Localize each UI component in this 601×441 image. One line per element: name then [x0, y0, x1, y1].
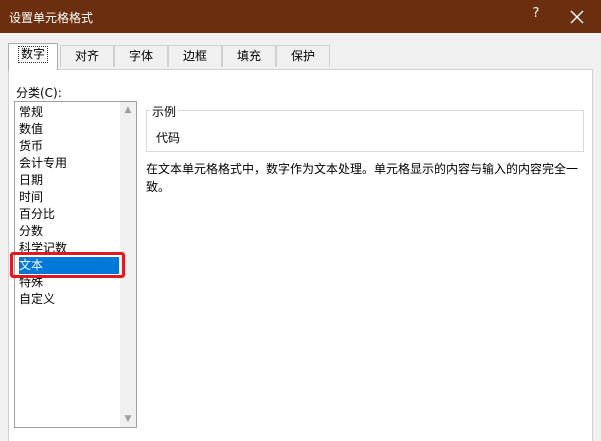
tab-font[interactable]: 字体	[114, 45, 168, 67]
scroll-down-icon[interactable]: ▼	[120, 411, 136, 427]
list-item[interactable]: 分数	[19, 223, 43, 240]
category-label: 分类(C):	[16, 86, 62, 100]
tab-border[interactable]: 边框	[168, 45, 222, 67]
sample-value: 代码	[156, 131, 181, 145]
tab-protection[interactable]: 保护	[276, 45, 330, 67]
tab-alignment[interactable]: 对齐	[60, 45, 114, 67]
help-button[interactable]: ?	[528, 6, 544, 21]
tab-number[interactable]: 数字	[8, 43, 58, 70]
annotation-highlight-box	[10, 252, 125, 278]
window-title: 设置单元格格式	[9, 11, 94, 25]
close-icon[interactable]	[568, 8, 586, 26]
sample-legend: 示例	[150, 103, 179, 120]
tab-fill[interactable]: 填充	[222, 45, 276, 67]
list-item[interactable]: 时间	[19, 189, 43, 206]
title-bar: 设置单元格格式 ?	[0, 0, 601, 33]
scroll-up-icon[interactable]: ▲	[120, 102, 136, 118]
list-item[interactable]: 百分比	[19, 206, 55, 223]
format-description: 在文本单元格格式中，数字作为文本处理。单元格显示的内容与输入的内容完全一致。	[146, 162, 579, 194]
list-item[interactable]: 数值	[19, 121, 43, 138]
list-item[interactable]: 日期	[19, 172, 43, 189]
list-item[interactable]: 货币	[19, 138, 43, 155]
list-item[interactable]: 常规	[19, 104, 43, 121]
sample-groupbox	[146, 110, 584, 152]
list-item[interactable]: 自定义	[19, 291, 55, 308]
list-item[interactable]: 会计专用	[19, 155, 67, 172]
